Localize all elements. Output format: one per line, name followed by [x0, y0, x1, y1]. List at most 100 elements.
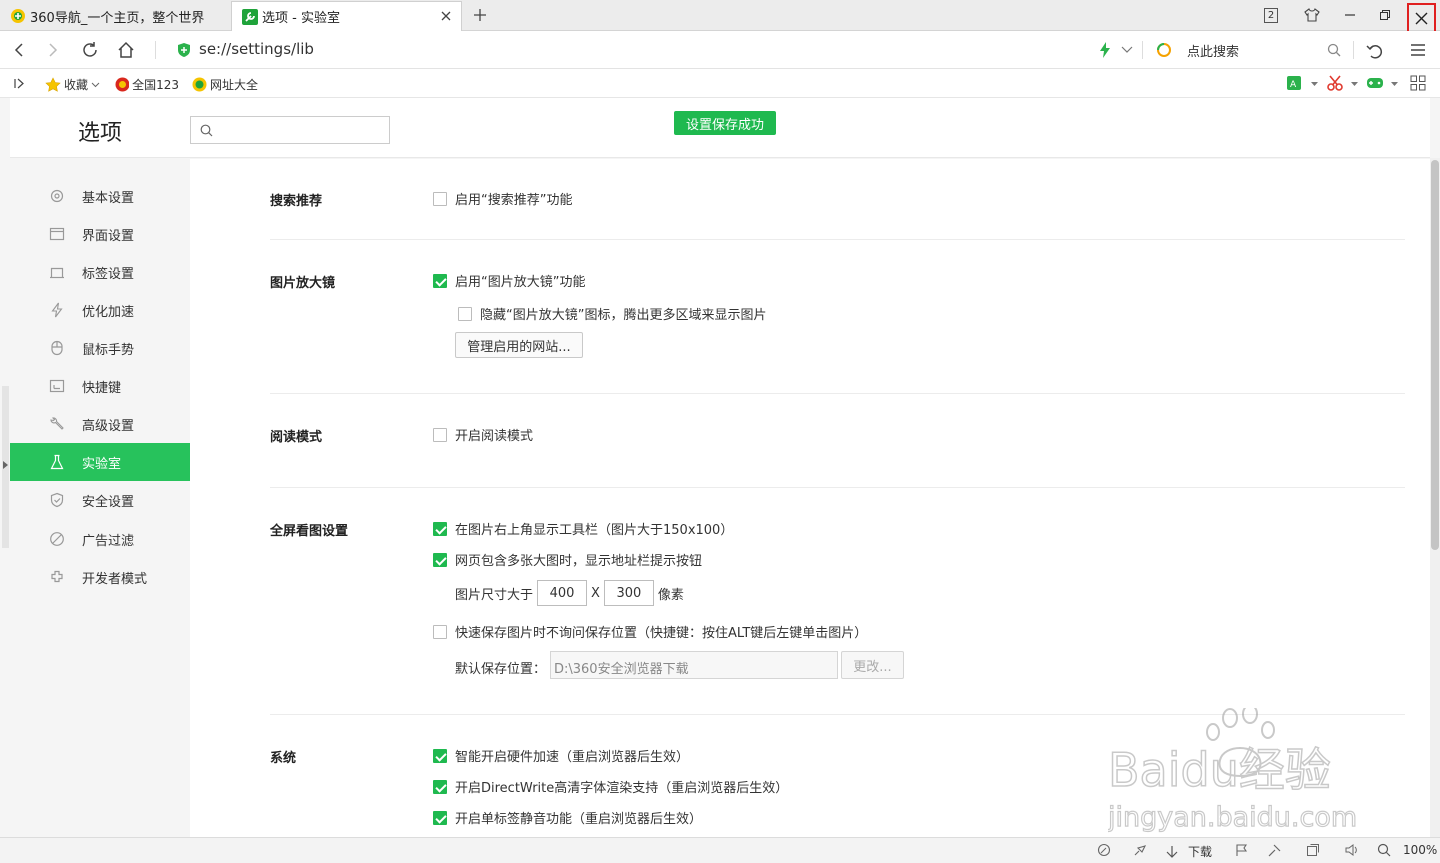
search-box[interactable]: 点此搜索 [1187, 41, 1239, 60]
sidebar-toggle-icon[interactable] [14, 78, 24, 89]
toolbar: se://settings/lib 点此搜索 [0, 31, 1440, 69]
search-icon[interactable] [1327, 43, 1341, 57]
back-button[interactable] [8, 39, 30, 61]
close-icon [1415, 12, 1428, 25]
search-engine-360-icon[interactable] [1156, 42, 1172, 58]
tab-settings-lab[interactable]: 选项 - 实验室 [231, 1, 462, 31]
zoom-level[interactable]: 100% [1403, 843, 1437, 857]
settings-header: 选项 设置保存成功 [10, 98, 1430, 158]
home-button[interactable] [115, 39, 137, 61]
section-divider [270, 487, 1405, 488]
tools-icon[interactable] [1268, 844, 1281, 857]
tab-title: 360导航_一个主页，整个世界 [30, 10, 205, 26]
watermark-url: jingyan.baidu.com [1108, 802, 1357, 833]
apps-grid-icon[interactable] [1410, 75, 1426, 91]
change-path-button[interactable]: 更改... [841, 651, 904, 679]
speaker-icon[interactable] [1345, 843, 1359, 857]
checkbox-label: 开启单标签静音功能（重启浏览器后生效） [455, 812, 703, 827]
svg-text:A: A [1290, 80, 1297, 90]
sidebar-item-speed[interactable]: 优化加速 [10, 291, 190, 329]
magnifier-hide-icon-checkbox[interactable]: 隐藏“图片放大镜”图标，腾出更多区域来显示图片 [458, 304, 766, 323]
checkbox[interactable] [433, 521, 447, 536]
tab-count-button[interactable]: 2 [1259, 4, 1283, 26]
sidebar-item-tabs[interactable]: 标签设置 [10, 253, 190, 291]
favorites-menu[interactable]: 收藏 [45, 76, 100, 93]
checkbox[interactable] [433, 810, 447, 825]
address-input[interactable]: se://settings/lib [199, 40, 314, 58]
sidebar-item-shortcuts[interactable]: 快捷键 [10, 367, 190, 405]
sidebar-item-mouse-gesture[interactable]: 鼠标手势 [10, 329, 190, 367]
reading-mode-checkbox[interactable]: 开启阅读模式 [433, 425, 533, 444]
sidebar-item-basic[interactable]: 基本设置 [10, 177, 190, 215]
chevron-down-icon[interactable] [1121, 46, 1133, 54]
manage-sites-button[interactable]: 管理启用的网站... [455, 332, 583, 358]
gamepad-icon[interactable] [1366, 76, 1384, 90]
minimize-button[interactable] [1338, 4, 1362, 26]
bookmark-item[interactable]: 网址大全 [192, 76, 258, 93]
magnifier-enable-checkbox[interactable]: 启用“图片放大镜”功能 [433, 271, 585, 290]
checkbox[interactable] [458, 306, 472, 321]
flag-icon[interactable] [1235, 844, 1248, 857]
checkbox[interactable] [433, 779, 447, 794]
sidebar-item-adblock[interactable]: 广告过滤 [10, 520, 190, 558]
checkbox-label: 智能开启硬件加速（重启浏览器后生效） [455, 750, 690, 765]
secure-shield-icon [178, 43, 190, 57]
chevron-down-icon[interactable] [1311, 82, 1318, 87]
new-tab-icon[interactable] [472, 7, 488, 23]
chevron-down-icon[interactable] [1351, 82, 1358, 87]
baidu-jingyan-watermark: Baidu经验 jingyan.baidu.com [1108, 708, 1368, 838]
directwrite-checkbox[interactable]: 开启DirectWrite高清字体渲染支持（重启浏览器后生效） [433, 777, 788, 796]
translate-extension-icon[interactable]: A [1286, 75, 1304, 93]
sidebar-item-developer[interactable]: 开发者模式 [10, 558, 190, 596]
tab-360-nav[interactable]: 360导航_一个主页，整个世界 [0, 1, 231, 31]
zoom-icon[interactable] [1377, 843, 1391, 857]
download-button[interactable]: 下载 [1165, 843, 1212, 860]
address-hint-checkbox[interactable]: 网页包含多张大图时，显示地址栏提示按钮 [433, 550, 702, 569]
pin-icon[interactable] [1133, 843, 1147, 857]
reload-button[interactable] [79, 39, 101, 61]
menu-icon[interactable] [1410, 42, 1426, 58]
restore-button[interactable] [1373, 4, 1397, 26]
tab-mute-checkbox[interactable]: 开启单标签静音功能（重启浏览器后生效） [433, 808, 702, 827]
times-label: X [591, 585, 600, 601]
speed-lightning-icon[interactable] [1099, 42, 1111, 58]
checkbox[interactable] [433, 552, 447, 567]
rocket-icon[interactable] [1097, 843, 1111, 857]
window-icon [49, 227, 65, 241]
search-suggest-checkbox[interactable]: 启用“搜索推荐”功能 [433, 189, 572, 208]
height-input[interactable]: 300 [603, 580, 654, 606]
wrench-favicon-icon [242, 8, 258, 25]
quick-save-checkbox[interactable]: 快速保存图片时不询问保存位置（快捷键：按住ALT键后左键单击图片） [433, 622, 867, 641]
bookmark-item[interactable]: 全国123 [115, 76, 179, 93]
sidebar-item-interface[interactable]: 界面设置 [10, 215, 190, 253]
forward-arrow-icon [49, 43, 58, 57]
sidebar-item-security[interactable]: 安全设置 [10, 481, 190, 519]
settings-search-input[interactable] [190, 116, 390, 144]
undo-close-tab-icon[interactable] [1366, 41, 1384, 59]
window-copy-icon[interactable] [1306, 843, 1320, 857]
chevron-down-icon[interactable] [1391, 82, 1398, 87]
tab-close-icon[interactable] [439, 9, 453, 23]
checkbox[interactable] [433, 748, 447, 763]
width-input[interactable]: 400 [537, 580, 588, 606]
screenshot-scissors-icon[interactable] [1327, 75, 1343, 91]
sidebar-item-lab[interactable]: 实验室 [10, 443, 190, 481]
hw-accel-checkbox[interactable]: 智能开启硬件加速（重启浏览器后生效） [433, 746, 689, 765]
sidebar-item-label: 高级设置 [82, 419, 135, 434]
skin-button[interactable] [1300, 4, 1324, 26]
checkbox[interactable] [433, 427, 447, 442]
sidebar-item-label: 快捷键 [82, 381, 122, 396]
close-window-button[interactable] [1407, 3, 1436, 34]
checkbox[interactable] [433, 273, 447, 288]
unit-label: 像素 [657, 587, 684, 603]
scrollbar-thumb[interactable] [1431, 160, 1439, 550]
checkbox[interactable] [433, 191, 447, 206]
360-logo-icon [192, 77, 207, 92]
sidebar-collapse-handle[interactable] [2, 386, 9, 548]
flask-icon [50, 454, 64, 470]
image-toolbar-checkbox[interactable]: 在图片右上角显示工具栏（图片大于150x100） [433, 519, 733, 538]
forward-button[interactable] [42, 39, 64, 61]
lightning-icon [51, 302, 63, 318]
checkbox[interactable] [433, 624, 447, 639]
sidebar-item-advanced[interactable]: 高级设置 [10, 405, 190, 443]
